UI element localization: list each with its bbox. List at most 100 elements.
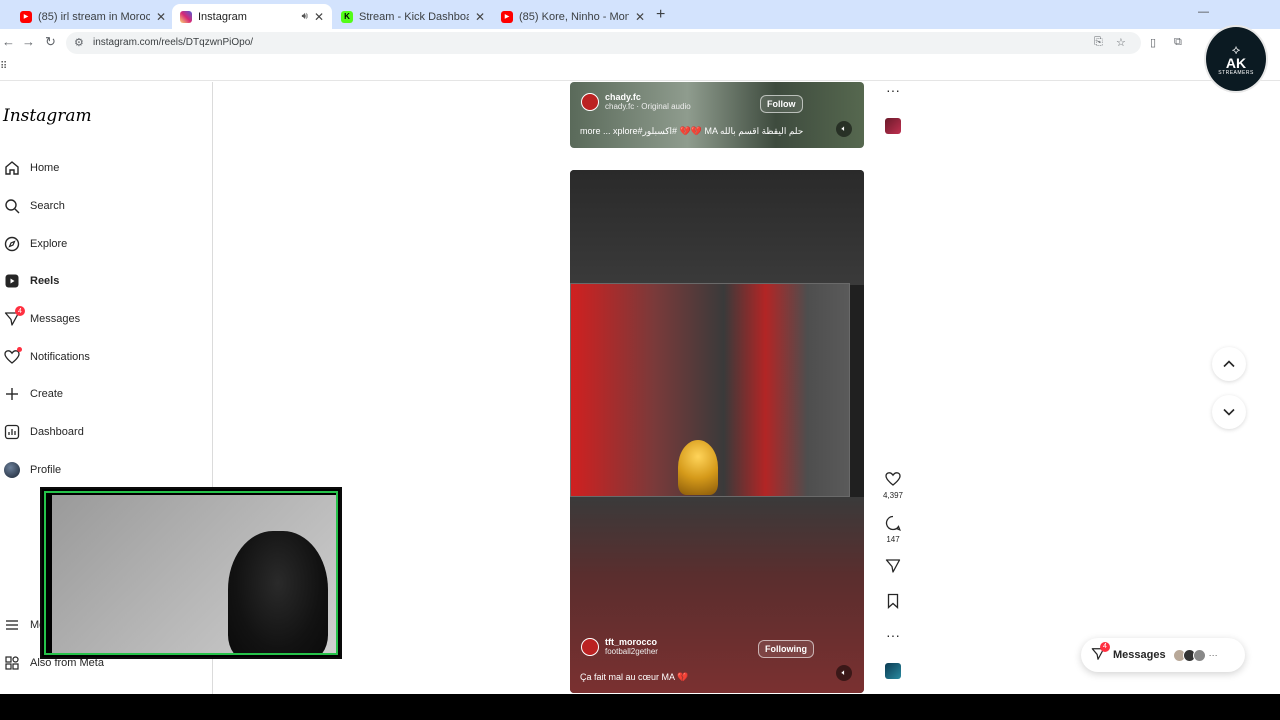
bookmark-star-icon[interactable]: ☆	[1116, 36, 1126, 49]
browser-tab-instagram[interactable]: Instagram 🔊︎ ✕	[172, 4, 332, 29]
more-options-icon[interactable]: ···	[883, 627, 903, 643]
sidebar-item-label: Messages	[30, 313, 81, 325]
new-tab-button[interactable]: +	[656, 6, 665, 24]
address-bar[interactable]: ⚙ instagram.com/reels/DTqzwnPiOpo/ ⎘ ☆	[66, 32, 1141, 54]
sidebar-item-create[interactable]: Create	[3, 383, 63, 405]
messages-floating-bar[interactable]: 4 Messages ···	[1081, 638, 1245, 672]
reload-icon[interactable]: ↻	[45, 34, 56, 50]
save-bookmark-icon[interactable]	[883, 593, 903, 612]
sidebar-item-label: Create	[30, 388, 64, 400]
heart-icon	[3, 347, 22, 366]
profile-avatar	[3, 461, 21, 479]
instagram-icon	[180, 10, 192, 23]
comment-icon[interactable]	[883, 515, 903, 534]
sidebar-item-search[interactable]: Search	[3, 195, 65, 217]
sidebar-item-reels[interactable]: Reels	[3, 270, 59, 292]
site-info-icon[interactable]: ⚙	[74, 36, 84, 49]
more-options-icon[interactable]: ···	[883, 82, 903, 98]
taskbar	[0, 694, 1280, 720]
video-stadium-roof	[570, 170, 864, 285]
eagle-icon: ⟡	[1231, 41, 1241, 57]
explore-icon	[3, 235, 21, 253]
forward-icon[interactable]: →	[22, 34, 35, 49]
messages-icon: 4	[1091, 641, 1110, 664]
mute-icon[interactable]: 🔈︎	[836, 121, 852, 137]
avatar[interactable]	[581, 92, 599, 111]
reel-card-current[interactable]: tft_morocco football2gether Following Ça…	[570, 170, 864, 693]
reel-audio[interactable]: chady.fc · Original audio	[605, 102, 691, 111]
install-app-icon[interactable]: ⎘	[1094, 36, 1103, 49]
url-text[interactable]: instagram.com/reels/DTqzwnPiOpo/	[93, 37, 253, 48]
browser-tab-youtube-music[interactable]: ▶ (85) Kore, Ninho - Mon poto (C ✕	[493, 4, 653, 29]
close-tab-icon[interactable]: ✕	[156, 10, 166, 24]
audio-thumbnail[interactable]	[885, 663, 901, 679]
kick-icon: K	[341, 10, 353, 23]
reel-audio[interactable]: football2gether	[605, 647, 658, 656]
close-tab-icon[interactable]: ✕	[314, 10, 324, 24]
previous-reel-button[interactable]	[1212, 347, 1246, 381]
sidebar-item-label: Search	[30, 200, 65, 212]
mute-icon[interactable]: 🔈︎	[836, 665, 852, 681]
webcam-overlay	[40, 487, 342, 659]
browser-toolbar: ← → ↻ ⚙ instagram.com/reels/DTqzwnPiOpo/…	[0, 29, 1280, 56]
sidebar-item-label: Profile	[30, 464, 62, 476]
browser-tab-kick[interactable]: K Stream - Kick Dashboard ✕	[333, 4, 493, 29]
sidebar-item-home[interactable]: Home	[3, 157, 59, 179]
reading-list-icon[interactable]: ▯	[1150, 36, 1156, 49]
video-trophy	[678, 440, 718, 495]
tab-title: Stream - Kick Dashboard	[359, 10, 469, 23]
avatar[interactable]	[581, 637, 599, 656]
sidebar-item-label: Explore	[30, 238, 68, 250]
more-contacts: ···	[1208, 650, 1218, 660]
logo-text: AK	[1225, 54, 1247, 71]
youtube-icon: ▶	[20, 10, 32, 23]
messages-badge: 4	[1100, 641, 1110, 652]
meta-grid-icon	[3, 654, 21, 672]
share-icon[interactable]	[883, 558, 903, 577]
reel-author[interactable]: chady.fc chady.fc · Original audio	[581, 92, 691, 111]
close-tab-icon[interactable]: ✕	[475, 10, 485, 24]
recent-contacts: ···	[1172, 648, 1218, 662]
gaming-chair	[228, 531, 328, 653]
home-icon	[3, 159, 21, 177]
youtube-icon: ▶	[501, 10, 513, 23]
like-count: 4,397	[882, 491, 904, 500]
sidebar-item-notifications[interactable]: Notifications	[3, 346, 90, 368]
like-icon[interactable]	[883, 471, 903, 490]
menu-icon	[3, 616, 21, 634]
video-crowd	[570, 497, 864, 693]
following-button[interactable]: Following	[758, 640, 814, 658]
reel-caption[interactable]: more ... xplore#اكسبلور# 💔💔 MA حلم اليقظ…	[580, 126, 803, 137]
audio-thumbnail[interactable]	[885, 118, 901, 134]
back-icon[interactable]: ←	[2, 34, 15, 49]
browser-tab-youtube-stream[interactable]: ▶ (85) irl stream in Morocco ✕	[12, 4, 174, 29]
webcam-video	[52, 495, 336, 653]
sidebar-item-explore[interactable]: Explore	[3, 233, 67, 255]
notification-dot	[17, 347, 22, 352]
sidebar-item-profile[interactable]: Profile	[3, 459, 61, 481]
messages-icon: 4	[3, 306, 25, 328]
speaker-icon[interactable]: 🔊︎	[302, 11, 308, 22]
reel-caption[interactable]: Ça fait mal au cœur MA 💔	[580, 672, 688, 683]
reel-username[interactable]: chady.fc	[605, 92, 691, 102]
sidebar-item-dashboard[interactable]: Dashboard	[3, 421, 84, 443]
tab-title: (85) irl stream in Morocco	[38, 10, 150, 23]
tab-title: Instagram	[198, 10, 247, 23]
minimize-icon[interactable]: —	[1198, 6, 1209, 18]
reel-author[interactable]: tft_morocco football2gether	[581, 637, 658, 656]
instagram-logo[interactable]: Instagram	[3, 106, 92, 126]
sidebar-item-label: Home	[30, 162, 60, 174]
apps-grid-icon[interactable]: ⠿	[0, 61, 7, 72]
next-reel-button[interactable]	[1212, 395, 1246, 429]
reel-username[interactable]: tft_morocco	[605, 637, 658, 647]
follow-button[interactable]: Follow	[760, 95, 803, 113]
reel-card-previous[interactable]: chady.fc chady.fc · Original audio Follo…	[570, 82, 864, 148]
avatar	[1192, 648, 1206, 662]
screen: ▶ (85) irl stream in Morocco ✕ Instagram…	[0, 0, 1280, 720]
close-tab-icon[interactable]: ✕	[635, 10, 645, 24]
messages-badge: 4	[15, 306, 25, 316]
extensions-icon[interactable]: ⧉	[1174, 36, 1182, 49]
sidebar-item-messages[interactable]: 4 Messages	[3, 306, 81, 330]
sidebar-item-label: Dashboard	[30, 426, 84, 438]
search-icon	[3, 197, 21, 215]
